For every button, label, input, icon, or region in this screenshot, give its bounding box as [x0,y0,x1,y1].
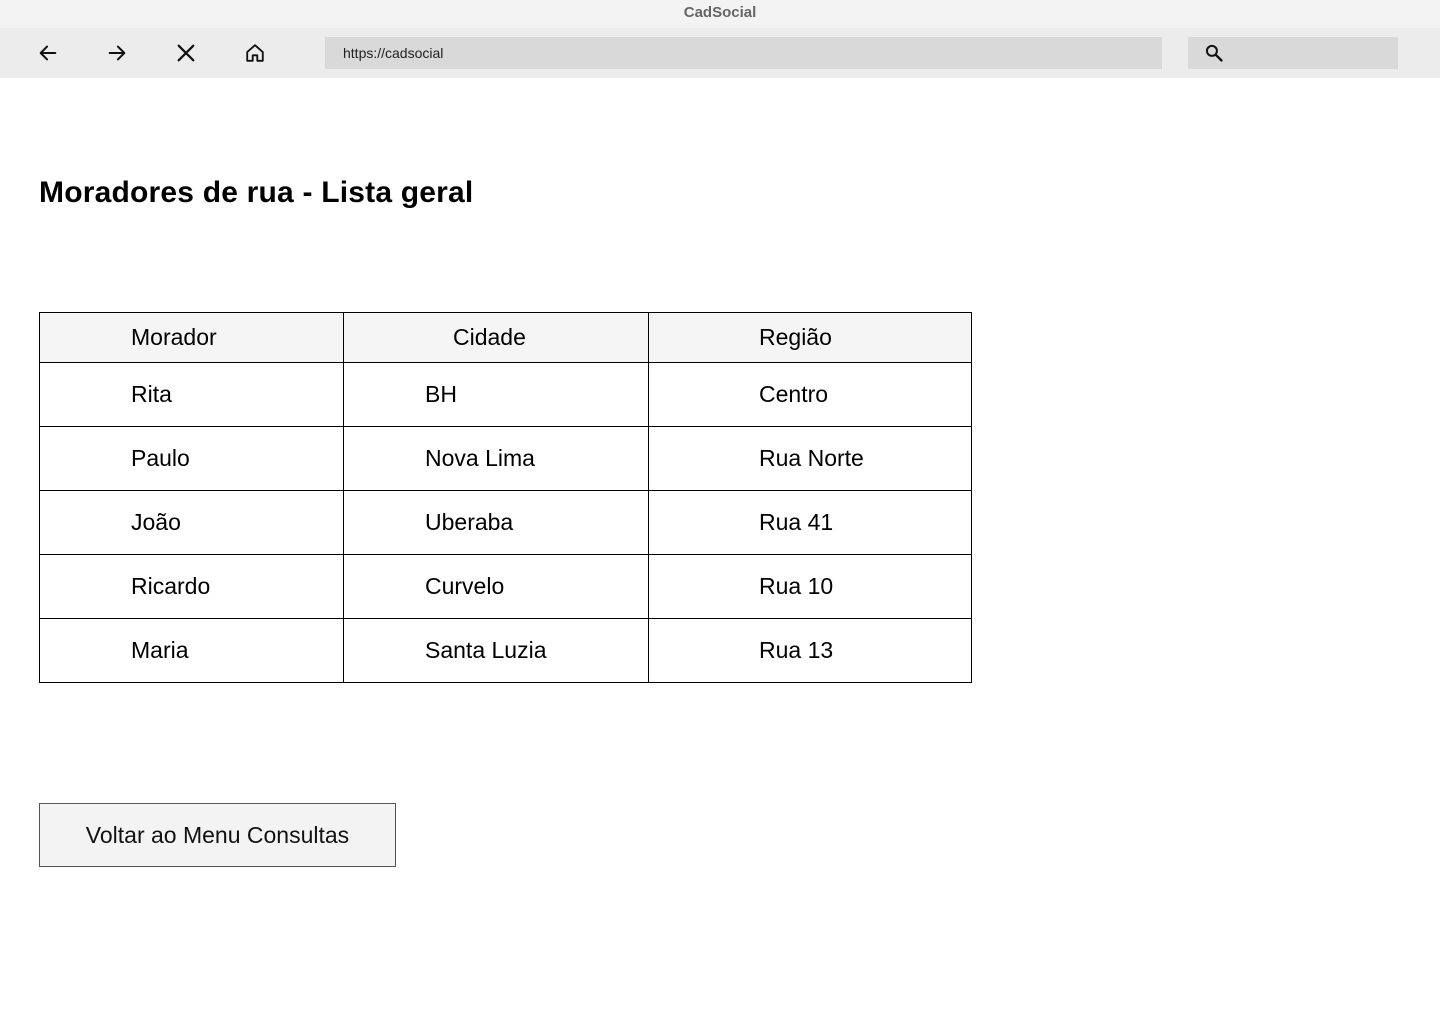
cell-cidade: Uberaba [343,490,649,555]
cell-morador: Maria [39,618,344,683]
cell-regiao: Rua 41 [648,490,972,555]
page-title: Moradores de rua - Lista geral [39,176,474,209]
table-header-row: Morador Cidade Região [39,312,972,363]
cell-cidade: Santa Luzia [343,618,649,683]
search-icon [1205,44,1223,62]
column-header-morador: Morador [39,312,344,363]
stop-button[interactable] [171,38,201,68]
back-to-consultas-menu-button[interactable]: Voltar ao Menu Consultas [39,803,396,867]
cell-regiao: Rua Norte [648,426,972,491]
cell-cidade: Nova Lima [343,426,649,491]
address-bar[interactable]: https://cadsocial [325,37,1162,69]
cell-morador: Paulo [39,426,344,491]
cell-morador: João [39,490,344,555]
search-input[interactable] [1188,37,1398,69]
cell-cidade: BH [343,362,649,427]
cell-cidade: Curvelo [343,554,649,619]
arrow-left-icon [39,45,57,61]
forward-button[interactable] [102,38,132,68]
close-icon [177,44,195,62]
cell-morador: Ricardo [39,554,344,619]
cell-morador: Rita [39,362,344,427]
table-row: Ricardo Curvelo Rua 10 [39,554,972,619]
table-row: Rita BH Centro [39,362,972,427]
cell-regiao: Rua 13 [648,618,972,683]
arrow-right-icon [108,45,126,61]
window-title: CadSocial [683,4,757,21]
browser-toolbar: https://cadsocial [0,28,1440,78]
back-button[interactable] [33,38,63,68]
cell-regiao: Centro [648,362,972,427]
home-icon [246,44,264,62]
table-row: Maria Santa Luzia Rua 13 [39,618,972,683]
address-bar-url: https://cadsocial [343,45,444,61]
table-row: João Uberaba Rua 41 [39,490,972,555]
cell-regiao: Rua 10 [648,554,972,619]
home-button[interactable] [240,38,270,68]
column-header-regiao: Região [648,312,972,363]
table-row: Paulo Nova Lima Rua Norte [39,426,972,491]
column-header-cidade: Cidade [343,312,649,363]
window-titlebar: CadSocial [0,0,1440,28]
residents-table: Morador Cidade Região Rita BH Centro Pau… [39,312,972,683]
